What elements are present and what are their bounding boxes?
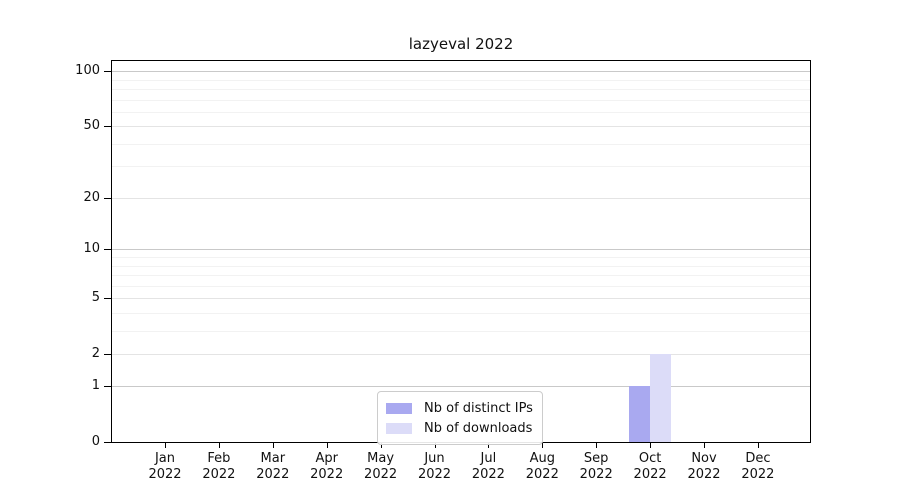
- x-tick-mark: [650, 443, 652, 448]
- gridline-major: [112, 249, 810, 251]
- legend-item-downloads: Nb of downloads: [386, 418, 533, 438]
- month-label: Dec: [745, 451, 771, 466]
- y-tick-mark: [104, 298, 111, 300]
- y-tick-mark: [104, 442, 111, 443]
- gridline-minor: [112, 275, 810, 277]
- y-tick-label: 20: [83, 189, 100, 205]
- x-tick-mark: [757, 443, 759, 448]
- x-tick-mark: [165, 443, 166, 448]
- legend-swatch-downloads: [386, 422, 412, 434]
- gridline-minor: [112, 79, 810, 81]
- year-label: 2022: [741, 467, 775, 482]
- y-tick-label: 0: [91, 434, 100, 449]
- y-tick-mark: [104, 126, 111, 128]
- gridline-minor: [112, 111, 810, 113]
- gridline-minor: [112, 265, 810, 267]
- legend-label-distinct-ips: Nb of distinct IPs: [424, 400, 533, 416]
- y-tick-mark: [104, 249, 111, 251]
- y-tick-mark: [104, 386, 111, 388]
- y-tick-label: 10: [83, 241, 100, 257]
- gridline-minor: [112, 166, 810, 168]
- gridline-mid: [112, 353, 810, 355]
- y-tick-label: 2: [91, 345, 100, 361]
- x-tick-mark: [596, 443, 598, 448]
- gridline-minor: [112, 312, 810, 314]
- gridline-minor: [112, 143, 810, 145]
- y-tick-label: 50: [83, 118, 100, 134]
- x-tick-mark: [542, 443, 544, 448]
- x-tick-mark: [704, 443, 705, 448]
- gridline-mid: [112, 197, 810, 199]
- y-tick-label: 100: [75, 63, 100, 79]
- y-tick-mark: [104, 353, 111, 355]
- y-tick-label: 5: [91, 290, 100, 306]
- bar-nb-of-distinct-ips: [629, 386, 651, 442]
- x-tick-mark: [272, 443, 274, 448]
- legend-label-downloads: Nb of downloads: [424, 420, 533, 436]
- x-tick-mark: [326, 443, 328, 448]
- gridline-minor: [112, 330, 810, 332]
- x-tick-mark: [218, 443, 220, 448]
- y-tick-mark: [104, 197, 111, 199]
- gridline-minor: [112, 257, 810, 259]
- gridline-mid: [112, 298, 810, 300]
- plot-area: [111, 60, 811, 443]
- y-tick-mark: [104, 71, 111, 73]
- gridline-minor: [112, 89, 810, 91]
- legend-item-distinct-ips: Nb of distinct IPs: [386, 398, 533, 418]
- legend-swatch-distinct-ips: [386, 402, 412, 414]
- bar-nb-of-downloads: [650, 353, 672, 442]
- y-tick-label: 1: [91, 378, 100, 394]
- gridline-minor: [112, 285, 810, 287]
- x-tick-label-dec: Dec 2022: [726, 451, 790, 483]
- gridline-minor: [112, 99, 810, 101]
- gridline-mid: [112, 126, 810, 128]
- gridline-major: [112, 386, 810, 388]
- figure: lazyeval 2022 0 1 2 5 10 20 50 100 Jan 2022 Feb 20…: [0, 0, 900, 500]
- chart-title: lazyeval 2022: [408, 35, 514, 53]
- legend: Nb of distinct IPs Nb of downloads: [377, 391, 543, 445]
- gridline-major: [112, 71, 810, 73]
